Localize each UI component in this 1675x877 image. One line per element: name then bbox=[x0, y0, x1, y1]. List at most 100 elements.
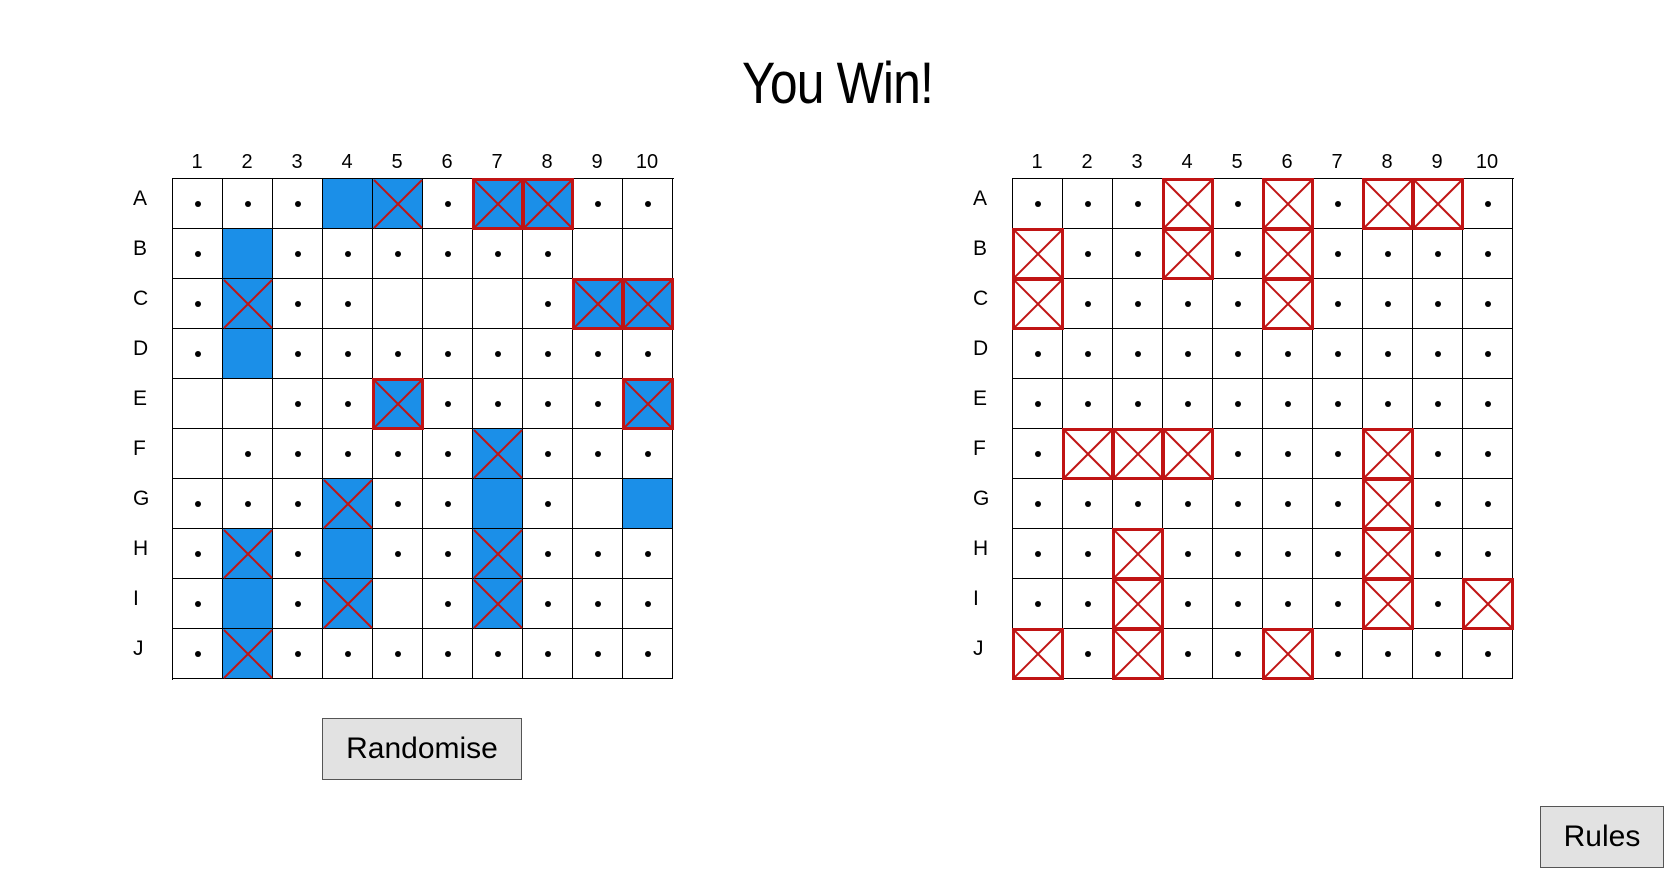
enemy-cell-H7[interactable] bbox=[1313, 529, 1363, 579]
randomise-button[interactable]: Randomise bbox=[322, 718, 522, 780]
enemy-cell-B1[interactable] bbox=[1012, 228, 1064, 280]
enemy-cell-G10[interactable] bbox=[1463, 479, 1513, 529]
enemy-cell-C4[interactable] bbox=[1163, 279, 1213, 329]
enemy-cell-E3[interactable] bbox=[1113, 379, 1163, 429]
enemy-cell-G6[interactable] bbox=[1263, 479, 1313, 529]
enemy-cell-I5[interactable] bbox=[1213, 579, 1263, 629]
enemy-cell-A9[interactable] bbox=[1412, 178, 1464, 230]
enemy-cell-E7[interactable] bbox=[1313, 379, 1363, 429]
enemy-cell-H2[interactable] bbox=[1063, 529, 1113, 579]
enemy-cell-I7[interactable] bbox=[1313, 579, 1363, 629]
enemy-cell-C9[interactable] bbox=[1413, 279, 1463, 329]
enemy-cell-H5[interactable] bbox=[1213, 529, 1263, 579]
enemy-cell-E5[interactable] bbox=[1213, 379, 1263, 429]
enemy-cell-H8[interactable] bbox=[1362, 528, 1414, 580]
enemy-cell-C1[interactable] bbox=[1012, 278, 1064, 330]
enemy-cell-I8[interactable] bbox=[1362, 578, 1414, 630]
enemy-cell-D7[interactable] bbox=[1313, 329, 1363, 379]
enemy-cell-A6[interactable] bbox=[1262, 178, 1314, 230]
enemy-cell-G2[interactable] bbox=[1063, 479, 1113, 529]
enemy-cell-F3[interactable] bbox=[1112, 428, 1164, 480]
enemy-cell-D6[interactable] bbox=[1263, 329, 1313, 379]
enemy-cell-D4[interactable] bbox=[1163, 329, 1213, 379]
enemy-cell-C3[interactable] bbox=[1113, 279, 1163, 329]
enemy-cell-C6[interactable] bbox=[1262, 278, 1314, 330]
enemy-cell-G9[interactable] bbox=[1413, 479, 1463, 529]
enemy-cell-A3[interactable] bbox=[1113, 179, 1163, 229]
enemy-cell-G1[interactable] bbox=[1013, 479, 1063, 529]
enemy-cell-G4[interactable] bbox=[1163, 479, 1213, 529]
enemy-cell-H6[interactable] bbox=[1263, 529, 1313, 579]
enemy-cell-B4[interactable] bbox=[1162, 228, 1214, 280]
enemy-cell-E9[interactable] bbox=[1413, 379, 1463, 429]
enemy-cell-I9[interactable] bbox=[1413, 579, 1463, 629]
enemy-cell-E4[interactable] bbox=[1163, 379, 1213, 429]
enemy-cell-J1[interactable] bbox=[1012, 628, 1064, 680]
enemy-cell-B7[interactable] bbox=[1313, 229, 1363, 279]
enemy-cell-E2[interactable] bbox=[1063, 379, 1113, 429]
enemy-cell-E8[interactable] bbox=[1363, 379, 1413, 429]
enemy-cell-A4[interactable] bbox=[1162, 178, 1214, 230]
enemy-cell-J7[interactable] bbox=[1313, 629, 1363, 679]
enemy-cell-F7[interactable] bbox=[1313, 429, 1363, 479]
enemy-cell-F2[interactable] bbox=[1062, 428, 1114, 480]
enemy-cell-C7[interactable] bbox=[1313, 279, 1363, 329]
enemy-cell-A10[interactable] bbox=[1463, 179, 1513, 229]
enemy-cell-C8[interactable] bbox=[1363, 279, 1413, 329]
enemy-cell-F9[interactable] bbox=[1413, 429, 1463, 479]
enemy-cell-I6[interactable] bbox=[1263, 579, 1313, 629]
enemy-cell-G7[interactable] bbox=[1313, 479, 1363, 529]
enemy-cell-I2[interactable] bbox=[1063, 579, 1113, 629]
enemy-cell-C2[interactable] bbox=[1063, 279, 1113, 329]
enemy-cell-A2[interactable] bbox=[1063, 179, 1113, 229]
enemy-cell-I4[interactable] bbox=[1163, 579, 1213, 629]
enemy-cell-I3[interactable] bbox=[1112, 578, 1164, 630]
enemy-cell-H10[interactable] bbox=[1463, 529, 1513, 579]
enemy-cell-D2[interactable] bbox=[1063, 329, 1113, 379]
enemy-cell-B9[interactable] bbox=[1413, 229, 1463, 279]
enemy-cell-D10[interactable] bbox=[1463, 329, 1513, 379]
enemy-cell-F4[interactable] bbox=[1162, 428, 1214, 480]
enemy-cell-A5[interactable] bbox=[1213, 179, 1263, 229]
enemy-cell-J8[interactable] bbox=[1363, 629, 1413, 679]
enemy-cell-F5[interactable] bbox=[1213, 429, 1263, 479]
enemy-cell-A7[interactable] bbox=[1313, 179, 1363, 229]
enemy-cell-F8[interactable] bbox=[1362, 428, 1414, 480]
enemy-cell-B8[interactable] bbox=[1363, 229, 1413, 279]
enemy-cell-B6[interactable] bbox=[1262, 228, 1314, 280]
enemy-cell-J6[interactable] bbox=[1262, 628, 1314, 680]
enemy-cell-J10[interactable] bbox=[1463, 629, 1513, 679]
enemy-grid[interactable] bbox=[1012, 178, 1514, 680]
enemy-cell-A1[interactable] bbox=[1013, 179, 1063, 229]
enemy-cell-G3[interactable] bbox=[1113, 479, 1163, 529]
enemy-cell-F6[interactable] bbox=[1263, 429, 1313, 479]
enemy-cell-C5[interactable] bbox=[1213, 279, 1263, 329]
enemy-cell-J4[interactable] bbox=[1163, 629, 1213, 679]
enemy-cell-E1[interactable] bbox=[1013, 379, 1063, 429]
enemy-cell-D1[interactable] bbox=[1013, 329, 1063, 379]
enemy-cell-D9[interactable] bbox=[1413, 329, 1463, 379]
enemy-cell-D8[interactable] bbox=[1363, 329, 1413, 379]
enemy-cell-E6[interactable] bbox=[1263, 379, 1313, 429]
enemy-cell-E10[interactable] bbox=[1463, 379, 1513, 429]
enemy-cell-I10[interactable] bbox=[1462, 578, 1514, 630]
enemy-cell-C10[interactable] bbox=[1463, 279, 1513, 329]
enemy-cell-I1[interactable] bbox=[1013, 579, 1063, 629]
enemy-cell-J5[interactable] bbox=[1213, 629, 1263, 679]
enemy-cell-J3[interactable] bbox=[1112, 628, 1164, 680]
enemy-cell-D5[interactable] bbox=[1213, 329, 1263, 379]
enemy-cell-H9[interactable] bbox=[1413, 529, 1463, 579]
enemy-cell-G8[interactable] bbox=[1362, 478, 1414, 530]
enemy-cell-G5[interactable] bbox=[1213, 479, 1263, 529]
enemy-cell-B10[interactable] bbox=[1463, 229, 1513, 279]
enemy-cell-D3[interactable] bbox=[1113, 329, 1163, 379]
enemy-cell-H3[interactable] bbox=[1112, 528, 1164, 580]
enemy-cell-J2[interactable] bbox=[1063, 629, 1113, 679]
rules-button[interactable]: Rules bbox=[1540, 806, 1664, 868]
enemy-cell-B3[interactable] bbox=[1113, 229, 1163, 279]
enemy-cell-J9[interactable] bbox=[1413, 629, 1463, 679]
enemy-cell-F1[interactable] bbox=[1013, 429, 1063, 479]
enemy-cell-H4[interactable] bbox=[1163, 529, 1213, 579]
enemy-cell-B2[interactable] bbox=[1063, 229, 1113, 279]
enemy-cell-F10[interactable] bbox=[1463, 429, 1513, 479]
